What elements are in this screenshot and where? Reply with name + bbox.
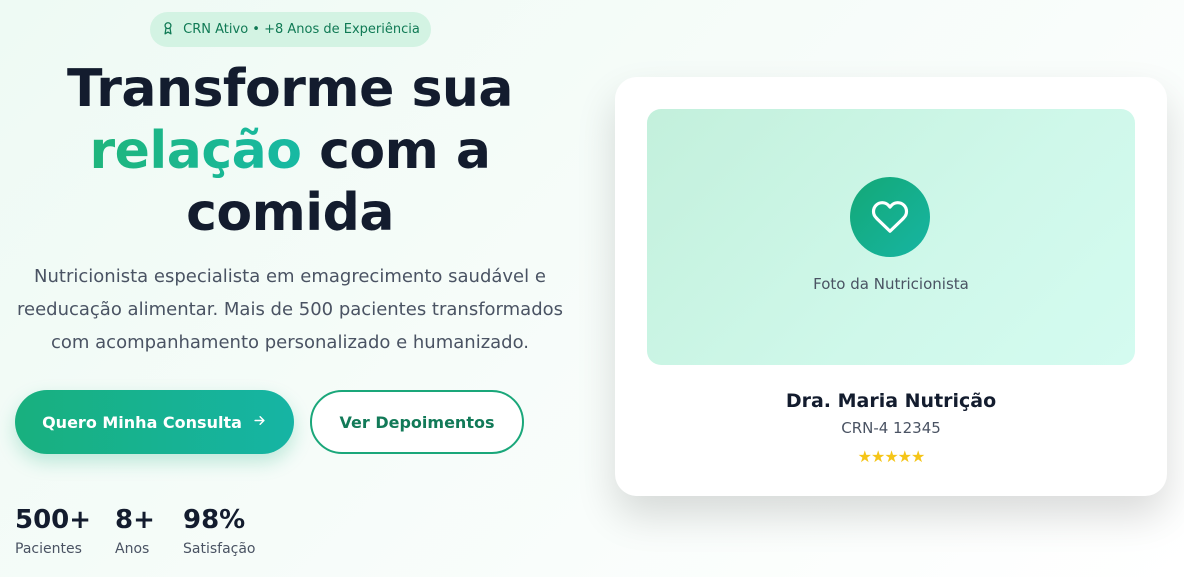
- arrow-right-icon: [252, 413, 267, 432]
- stat-label: Satisfação: [183, 541, 256, 557]
- badge-text: CRN Ativo • +8 Anos de Experiência: [183, 22, 420, 37]
- view-testimonials-button[interactable]: Ver Depoimentos: [310, 390, 524, 454]
- headline-line3: comida: [186, 183, 394, 243]
- hero-section: CRN Ativo • +8 Anos de Experiência Trans…: [0, 0, 580, 577]
- headline-line2: com a: [301, 121, 491, 181]
- star-rating: ★★★★★: [857, 447, 926, 466]
- stat-satisfaction: 98% Satisfação: [183, 504, 256, 557]
- hero-headline: Transforme sua relação com a comida: [0, 58, 580, 244]
- profile-card: Foto da Nutricionista Dra. Maria Nutriçã…: [615, 77, 1167, 496]
- headline-accent: relação: [89, 121, 302, 181]
- heart-icon: [850, 177, 930, 257]
- stat-years: 8+ Anos: [115, 504, 155, 557]
- nutritionist-name: Dra. Maria Nutrição: [785, 390, 997, 412]
- stat-label: Pacientes: [15, 541, 82, 557]
- award-icon: [161, 21, 175, 39]
- stat-value: 8+: [115, 505, 155, 535]
- stat-value: 98%: [183, 505, 246, 535]
- book-consultation-label: Quero Minha Consulta: [42, 412, 242, 432]
- stat-value: 500+: [15, 505, 92, 535]
- headline-line1: Transforme sua: [66, 59, 514, 119]
- hero-subtitle: Nutricionista especialista em emagrecime…: [16, 266, 564, 353]
- crn-badge: CRN Ativo • +8 Anos de Experiência: [150, 12, 431, 47]
- book-consultation-button[interactable]: Quero Minha Consulta: [15, 390, 294, 454]
- stat-patients: 500+ Pacientes: [15, 504, 91, 557]
- stat-label: Anos: [115, 541, 150, 557]
- crn-number: CRN-4 12345: [841, 419, 941, 437]
- photo-label: Foto da Nutricionista: [813, 275, 969, 293]
- photo-placeholder: Foto da Nutricionista: [647, 109, 1135, 365]
